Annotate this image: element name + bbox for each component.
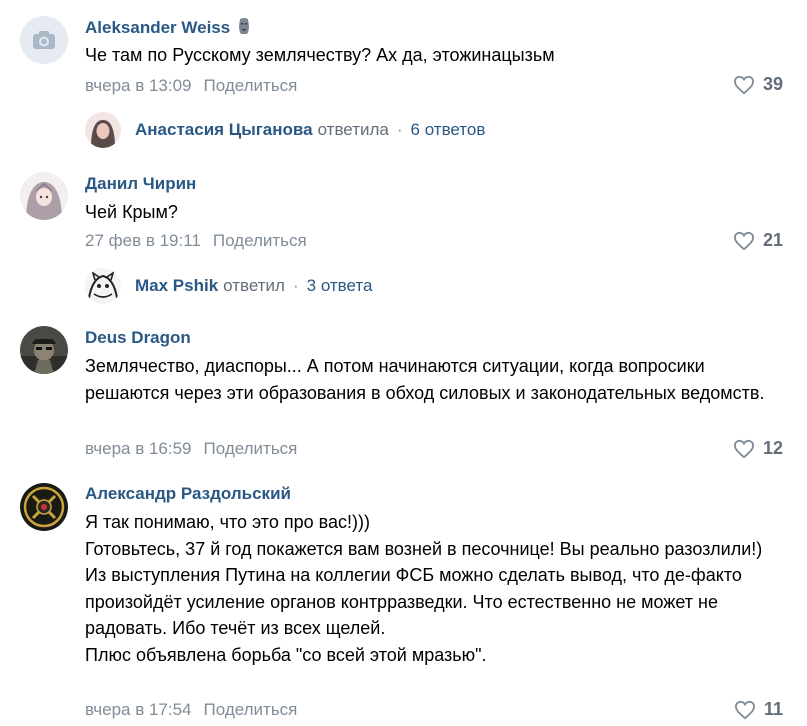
camera-icon bbox=[33, 31, 55, 49]
comment-paragraph: Землячество, диаспоры... А потом начинаю… bbox=[85, 356, 765, 403]
avatar[interactable] bbox=[20, 483, 68, 531]
reply-verb: ответила bbox=[317, 120, 389, 139]
heart-icon bbox=[734, 700, 755, 719]
avatar[interactable] bbox=[20, 326, 68, 374]
comment-author[interactable]: Deus Dragon bbox=[85, 328, 191, 348]
comment-meta: 27 фев в 19:11 Поделиться bbox=[85, 231, 307, 251]
replies-row[interactable]: Анастасия Цыганова ответила · 6 ответов bbox=[85, 112, 485, 148]
author-name[interactable]: Данил Чирин bbox=[85, 174, 196, 193]
like-button[interactable]: 39 bbox=[733, 74, 783, 95]
replies-row[interactable]: Max Pshik ответил · 3 ответа bbox=[85, 268, 372, 304]
comment-text: Землячество, диаспоры... А потом начинаю… bbox=[85, 353, 785, 406]
author-name[interactable]: Deus Dragon bbox=[85, 328, 191, 347]
comment-paragraph: Чей Крым? bbox=[85, 202, 178, 222]
separator-dot: · bbox=[396, 120, 403, 139]
heart-icon bbox=[733, 439, 754, 458]
avatar-placeholder[interactable] bbox=[20, 16, 68, 64]
heart-icon bbox=[733, 75, 754, 94]
comment-paragraph: Плюс объявлена борьба "со всей этой мраз… bbox=[85, 644, 487, 665]
reply-count-link[interactable]: 6 ответов bbox=[411, 120, 486, 140]
comment-meta: вчера в 16:59 Поделиться bbox=[85, 439, 297, 459]
like-button[interactable]: 11 bbox=[734, 699, 783, 720]
like-count: 39 bbox=[762, 74, 783, 94]
moai-icon bbox=[236, 17, 252, 40]
timestamp[interactable]: вчера в 13:09 bbox=[85, 76, 192, 95]
comment-author[interactable]: Александр Раздольский bbox=[85, 484, 291, 504]
comment-meta: вчера в 13:09 Поделиться bbox=[85, 76, 297, 96]
comment-text: Чей Крым? bbox=[85, 199, 785, 226]
timestamp[interactable]: вчера в 16:59 bbox=[85, 439, 192, 458]
heart-icon bbox=[733, 231, 754, 250]
reply-verb: ответил bbox=[223, 276, 285, 295]
comment-paragraph: Я так понимаю, что это про вас!))) bbox=[85, 512, 370, 532]
avatar[interactable] bbox=[85, 268, 121, 304]
like-count: 11 bbox=[763, 699, 783, 719]
reply-author[interactable]: Max Pshik bbox=[135, 276, 218, 296]
reply-count-link[interactable]: 3 ответа bbox=[307, 276, 373, 296]
comment-paragraph: Готовьтесь, 37 й год покажется вам возне… bbox=[85, 538, 763, 559]
comment-paragraph: Из выступления Путина на коллегии ФСБ мо… bbox=[85, 565, 742, 638]
author-name[interactable]: Aleksander Weiss bbox=[85, 18, 230, 37]
comment-text: Че там по Русскому землячеству? Ах да, э… bbox=[85, 42, 785, 69]
comment-text: Я так понимаю, что это про вас!))) Готов… bbox=[85, 509, 785, 668]
like-button[interactable]: 21 bbox=[733, 230, 783, 251]
like-count: 21 bbox=[762, 230, 783, 250]
like-button[interactable]: 12 bbox=[733, 438, 783, 459]
timestamp[interactable]: вчера в 17:54 bbox=[85, 700, 192, 719]
like-count: 12 bbox=[762, 438, 783, 458]
share-link[interactable]: Поделиться bbox=[204, 76, 298, 95]
share-link[interactable]: Поделиться bbox=[204, 439, 298, 458]
separator-dot: · bbox=[292, 276, 299, 295]
comment-author[interactable]: Данил Чирин bbox=[85, 174, 196, 194]
avatar[interactable] bbox=[20, 172, 68, 220]
share-link[interactable]: Поделиться bbox=[204, 700, 298, 719]
reply-author[interactable]: Анастасия Цыганова bbox=[135, 120, 313, 140]
comment-author[interactable]: Aleksander Weiss bbox=[85, 17, 252, 40]
share-link[interactable]: Поделиться bbox=[213, 231, 307, 250]
author-name[interactable]: Александр Раздольский bbox=[85, 484, 291, 503]
comment-paragraph: Че там по Русскому землячеству? Ах да, э… bbox=[85, 45, 555, 65]
timestamp[interactable]: 27 фев в 19:11 bbox=[85, 231, 201, 250]
avatar[interactable] bbox=[85, 112, 121, 148]
comment-meta: вчера в 17:54 Поделиться bbox=[85, 700, 297, 720]
